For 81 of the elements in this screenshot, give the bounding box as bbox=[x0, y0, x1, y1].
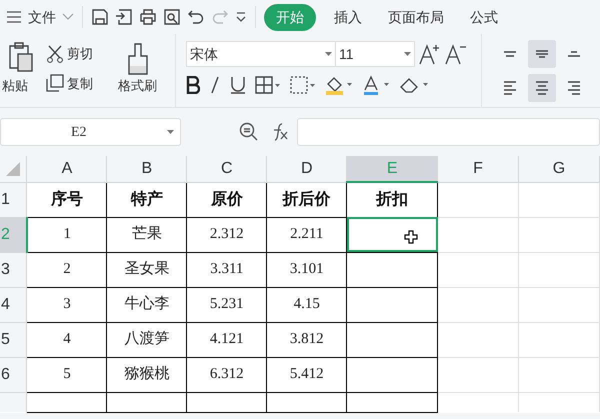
print-icon[interactable] bbox=[139, 8, 157, 26]
font-size-dropdown[interactable]: 11 bbox=[335, 41, 415, 67]
font-color-icon[interactable] bbox=[362, 75, 390, 95]
ribbon-tab[interactable]: 页面布局 bbox=[380, 4, 452, 30]
cell-style-icon[interactable] bbox=[290, 76, 316, 94]
scissors-icon bbox=[46, 44, 64, 63]
row-header[interactable]: 5 bbox=[0, 322, 27, 357]
column-header[interactable]: C bbox=[186, 156, 267, 182]
decrease-font-icon[interactable] bbox=[445, 43, 467, 65]
align-lines-icon bbox=[503, 51, 517, 57]
zoom-icon[interactable] bbox=[239, 122, 259, 142]
row-header[interactable]: 6 bbox=[0, 357, 27, 392]
table-cell: 2.211 bbox=[266, 217, 347, 252]
align-lines-icon bbox=[567, 81, 581, 95]
column-header[interactable]: F bbox=[438, 156, 519, 182]
align-lines-icon bbox=[503, 81, 517, 95]
undo-icon[interactable] bbox=[187, 8, 205, 26]
ribbon-tab[interactable]: 公式 bbox=[462, 4, 506, 30]
file-menu[interactable]: 文件 bbox=[28, 6, 56, 28]
copy-button[interactable]: 复制 bbox=[46, 74, 118, 93]
table-cell: 芒果 bbox=[106, 217, 187, 252]
copy-icon bbox=[46, 74, 64, 92]
bold-icon[interactable] bbox=[186, 76, 200, 94]
column-heading: 特产 bbox=[106, 182, 187, 217]
selected-cell[interactable] bbox=[346, 217, 438, 252]
paste-icon bbox=[8, 42, 34, 74]
table-cell: 3 bbox=[26, 287, 107, 322]
align-lines-icon bbox=[535, 50, 549, 58]
cut-button[interactable]: 剪切 bbox=[46, 44, 118, 64]
name-box[interactable]: E2 bbox=[0, 118, 181, 146]
table-cell: 八渡笋 bbox=[106, 322, 187, 357]
table-cell: 1 bbox=[26, 217, 107, 252]
caret-icon bbox=[325, 52, 332, 56]
caret-icon bbox=[404, 52, 411, 56]
caret-icon bbox=[167, 130, 174, 134]
align-lines-icon bbox=[535, 81, 549, 95]
paste-button[interactable]: 粘贴 bbox=[2, 34, 46, 107]
underline-icon[interactable] bbox=[230, 76, 246, 94]
print-preview-icon[interactable] bbox=[163, 8, 181, 26]
table-cell: 4.121 bbox=[186, 322, 267, 357]
column-header[interactable]: B bbox=[106, 156, 187, 182]
vertical-align-button[interactable] bbox=[528, 40, 556, 68]
column-heading: 序号 bbox=[26, 182, 107, 217]
table-cell: 牛心李 bbox=[106, 287, 187, 322]
formula-input[interactable] bbox=[297, 118, 600, 146]
increase-font-icon[interactable] bbox=[419, 43, 441, 65]
horizontal-align-button[interactable] bbox=[528, 74, 556, 102]
table-cell: 3.101 bbox=[266, 252, 347, 287]
table-cell: 5.412 bbox=[266, 357, 347, 392]
fill-color-icon[interactable] bbox=[325, 75, 353, 95]
save-icon[interactable] bbox=[91, 8, 109, 26]
table-cell: 5 bbox=[26, 357, 107, 392]
table-cell: 3.311 bbox=[186, 252, 267, 287]
table-cell: 圣女果 bbox=[106, 252, 187, 287]
align-lines-icon bbox=[567, 51, 581, 57]
borders-icon[interactable] bbox=[255, 76, 281, 94]
table-cell: 4 bbox=[26, 322, 107, 357]
chevron-down-icon[interactable] bbox=[62, 13, 74, 21]
column-heading: 原价 bbox=[186, 182, 267, 217]
table-cell: 4.15 bbox=[266, 287, 347, 322]
export-icon[interactable] bbox=[115, 8, 133, 26]
table-cell: 2.312 bbox=[186, 217, 267, 252]
ribbon-tab[interactable]: 插入 bbox=[326, 4, 370, 30]
column-header[interactable]: A bbox=[26, 156, 107, 182]
table-cell: 猕猴桃 bbox=[106, 357, 187, 392]
cursor-icon bbox=[404, 230, 418, 244]
font-name-dropdown[interactable]: 宋体 bbox=[186, 41, 336, 67]
format-painter-button[interactable]: 格式刷 bbox=[118, 34, 157, 107]
row-header[interactable]: 1 bbox=[0, 182, 27, 217]
italic-icon[interactable] bbox=[209, 76, 221, 94]
row-header[interactable]: 3 bbox=[0, 252, 27, 287]
row-header[interactable]: 4 bbox=[0, 287, 27, 322]
table-cell: 5.231 bbox=[186, 287, 267, 322]
table-cell: 6.312 bbox=[186, 357, 267, 392]
table-cell: 3.812 bbox=[266, 322, 347, 357]
table-cell: 2 bbox=[26, 252, 107, 287]
brush-icon bbox=[126, 42, 150, 76]
column-header[interactable]: G bbox=[518, 156, 600, 182]
more-icon[interactable] bbox=[235, 11, 247, 23]
menu-icon[interactable] bbox=[6, 11, 22, 23]
column-heading: 折后价 bbox=[266, 182, 347, 217]
